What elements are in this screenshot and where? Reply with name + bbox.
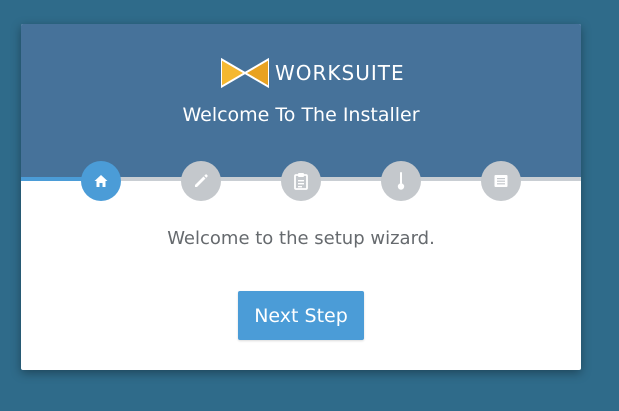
pencil-icon	[195, 174, 208, 187]
step-clipboard[interactable]	[281, 161, 321, 201]
step-home[interactable]	[81, 161, 121, 201]
page-title: Welcome To The Installer	[182, 104, 420, 126]
bowtie-logo-icon	[221, 57, 269, 89]
brand-name: WORKSUITE	[275, 61, 405, 85]
brand-logo: WORKSUITE	[221, 56, 405, 90]
step-list[interactable]	[481, 161, 521, 201]
installer-card: WORKSUITE Welcome To The Installer Welco…	[21, 24, 581, 370]
card-header: WORKSUITE Welcome To The Installer	[21, 24, 581, 179]
list-icon	[494, 175, 508, 187]
step-thermometer[interactable]	[381, 161, 421, 201]
next-step-button[interactable]: Next Step	[238, 291, 364, 340]
home-icon	[94, 175, 108, 187]
step-pencil[interactable]	[181, 161, 221, 201]
clipboard-icon	[294, 173, 308, 190]
welcome-message: Welcome to the setup wizard.	[167, 228, 435, 249]
thermometer-icon	[397, 172, 405, 190]
